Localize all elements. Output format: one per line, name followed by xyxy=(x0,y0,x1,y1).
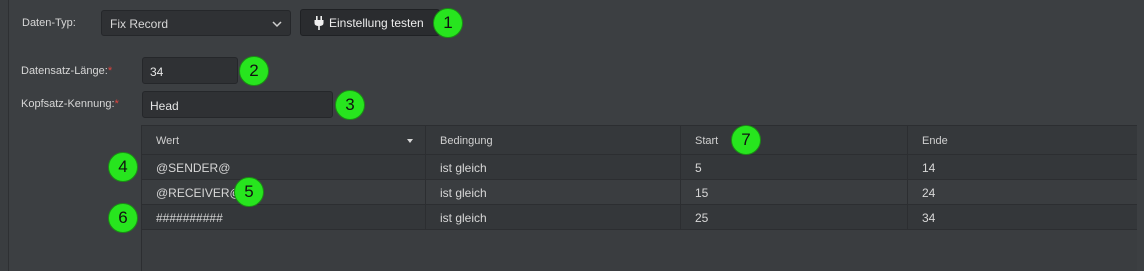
table-row[interactable]: @RECEIVER@ ist gleich 15 24 xyxy=(142,180,1137,205)
column-header-bedingung[interactable]: Bedingung xyxy=(426,126,681,155)
cell-wert: @SENDER@ xyxy=(142,155,426,179)
record-length-value: 34 xyxy=(150,65,164,79)
cell-ende: 24 xyxy=(922,186,936,200)
record-length-input[interactable]: 34 xyxy=(142,57,238,84)
sort-caret-icon[interactable] xyxy=(407,139,413,143)
header-id-label: Kopfsatz-Kennung:* xyxy=(21,98,119,110)
chevron-down-icon xyxy=(272,21,282,28)
annotation-badge-6: 6 xyxy=(108,203,138,233)
header-id-input[interactable]: Head xyxy=(142,91,333,118)
cell-start: 5 xyxy=(681,155,908,179)
cell-start: 25 xyxy=(681,205,908,229)
record-length-label: Datensatz-Länge:* xyxy=(21,65,113,77)
annotation-badge-1: 1 xyxy=(433,8,463,38)
test-settings-label: Einstellung testen xyxy=(329,16,424,30)
annotation-badge-3: 3 xyxy=(335,90,365,120)
column-header-wert[interactable]: Wert xyxy=(142,126,426,155)
table-row[interactable]: ########## ist gleich 25 34 xyxy=(142,205,1137,230)
data-type-label: Daten-Typ: xyxy=(22,17,76,29)
cell-bedingung: ist gleich xyxy=(426,205,681,229)
header-id-value: Head xyxy=(150,99,179,113)
cell-ende: 34 xyxy=(922,211,936,225)
annotation-badge-4: 4 xyxy=(108,152,138,182)
data-type-select[interactable]: Fix Record xyxy=(101,10,291,36)
annotation-badge-7: 7 xyxy=(731,125,761,155)
table-row[interactable]: @SENDER@ ist gleich 5 14 xyxy=(142,155,1137,180)
cell-wert: ########## xyxy=(142,205,426,229)
required-marker: * xyxy=(114,98,119,110)
required-marker: * xyxy=(107,65,113,77)
cell-wert: @RECEIVER@ xyxy=(142,180,426,204)
cell-bedingung: ist gleich xyxy=(426,155,681,179)
cell-start: 15 xyxy=(681,180,908,204)
data-type-value: Fix Record xyxy=(110,17,169,31)
plug-icon xyxy=(314,16,324,30)
cell-bedingung: ist gleich xyxy=(426,180,681,204)
grid-header: Wert Bedingung Start Ende xyxy=(142,125,1137,155)
annotation-badge-2: 2 xyxy=(239,56,269,86)
column-header-ende[interactable]: Ende xyxy=(908,126,1137,155)
test-settings-button[interactable]: Einstellung testen xyxy=(300,9,440,36)
column-header-start[interactable]: Start xyxy=(681,126,908,155)
cell-ende: 14 xyxy=(922,161,936,175)
annotation-badge-5: 5 xyxy=(234,177,264,207)
field-conditions-grid: Wert Bedingung Start Ende @SENDER@ ist g… xyxy=(141,125,1137,271)
